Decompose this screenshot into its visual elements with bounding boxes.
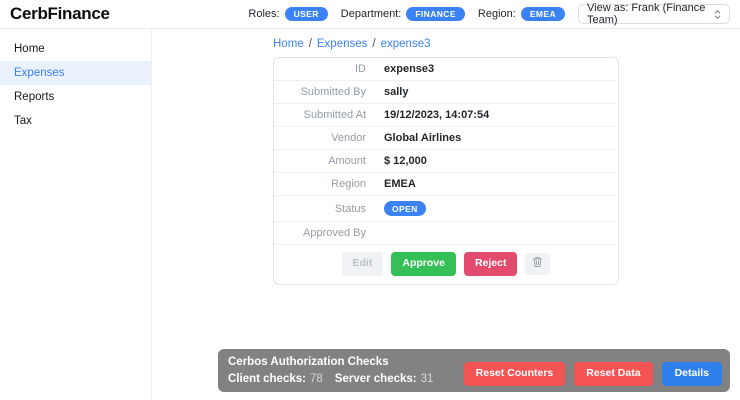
delete-button[interactable] xyxy=(525,253,551,275)
breadcrumb-separator: / xyxy=(372,38,376,50)
header-meta: Roles: USER Department: FINANCE Region: … xyxy=(248,2,730,26)
reset-counters-button[interactable]: Reset Counters xyxy=(463,362,566,386)
field-label: ID xyxy=(355,63,366,75)
server-checks-value: 31 xyxy=(420,373,434,385)
field-label: Submitted At xyxy=(303,109,366,121)
field-label: Status xyxy=(334,202,366,215)
department-label: Department: xyxy=(340,8,402,20)
field-label: Region xyxy=(331,178,366,190)
page-body: Home Expenses Reports Tax Home / Expense… xyxy=(0,29,740,400)
field-value: sally xyxy=(384,86,409,98)
field-value xyxy=(372,223,618,244)
roles-group: Roles: USER xyxy=(248,6,328,22)
region-group: Region: EMEA xyxy=(477,6,565,22)
region-label: Region: xyxy=(477,8,516,20)
app-logo: CerbFinance xyxy=(10,4,110,23)
select-updown-icon xyxy=(714,9,721,20)
view-as-select[interactable]: View as: Frank (Finance Team) xyxy=(578,2,730,26)
sidebar-item-expenses[interactable]: Expenses xyxy=(0,61,151,85)
detail-row-submitted-at: Submitted At 19/12/2023, 14:07:54 xyxy=(274,104,618,127)
server-checks-label: Server checks: xyxy=(334,373,417,385)
breadcrumb-expenses-link[interactable]: Expenses xyxy=(317,38,368,50)
department-badge: FINANCE xyxy=(406,6,465,22)
server-checks-counter: Server checks: 31 xyxy=(335,373,434,385)
field-label: Approved By xyxy=(303,227,366,240)
detail-row-status: Status OPEN xyxy=(274,196,618,223)
sidebar-item-home[interactable]: Home xyxy=(0,37,151,61)
field-value: 19/12/2023, 14:07:54 xyxy=(384,109,490,121)
authz-panel-buttons: Reset Counters Reset Data Details xyxy=(463,362,722,386)
breadcrumb: Home / Expenses / expense3 xyxy=(273,38,619,50)
expense-detail-card: ID expense3 Submitted By sally Submitted… xyxy=(273,57,619,285)
breadcrumb-current-expense[interactable]: expense3 xyxy=(381,38,431,50)
breadcrumb-separator: / xyxy=(308,38,312,50)
client-checks-counter: Client checks: 78 xyxy=(228,373,323,385)
main-area: Home / Expenses / expense3 ID expense3 S… xyxy=(152,29,740,400)
sidebar-item-tax[interactable]: Tax xyxy=(0,109,151,133)
breadcrumb-home-link[interactable]: Home xyxy=(273,38,304,50)
expense-actions: Edit Approve Reject xyxy=(274,245,618,284)
field-value: OPEN xyxy=(372,196,618,221)
field-label: Vendor xyxy=(331,132,366,144)
detail-row-approved-by: Approved By xyxy=(274,222,618,246)
sidebar-nav: Home Expenses Reports Tax xyxy=(0,29,152,400)
content-column: Home / Expenses / expense3 ID expense3 S… xyxy=(273,29,619,285)
detail-row-amount: Amount $ 12,000 xyxy=(274,150,618,173)
sidebar-item-reports[interactable]: Reports xyxy=(0,85,151,109)
field-value: Global Airlines xyxy=(384,132,462,144)
field-label: Submitted By xyxy=(300,86,366,98)
client-checks-label: Client checks: xyxy=(228,373,306,385)
roles-badge: USER xyxy=(284,6,328,22)
reject-button[interactable]: Reject xyxy=(463,252,518,276)
field-value: $ 12,000 xyxy=(384,155,427,167)
client-checks-value: 78 xyxy=(309,373,323,385)
top-header: CerbFinance Roles: USER Department: FINA… xyxy=(0,0,740,29)
details-button[interactable]: Details xyxy=(661,362,722,386)
view-as-selected-value: View as: Frank (Finance Team) xyxy=(587,2,706,26)
reset-data-button[interactable]: Reset Data xyxy=(574,362,653,386)
detail-row-vendor: Vendor Global Airlines xyxy=(274,127,618,150)
department-group: Department: FINANCE xyxy=(340,6,465,22)
status-badge: OPEN xyxy=(384,201,426,217)
field-value: EMEA xyxy=(384,178,416,190)
edit-button[interactable]: Edit xyxy=(341,252,384,276)
detail-row-region: Region EMEA xyxy=(274,173,618,196)
cerbos-authz-panel: Cerbos Authorization Checks Client check… xyxy=(218,349,730,392)
detail-row-id: ID expense3 xyxy=(274,58,618,81)
trash-icon xyxy=(532,256,543,273)
detail-row-submitted-by: Submitted By sally xyxy=(274,81,618,104)
region-badge: EMEA xyxy=(520,6,565,22)
roles-label: Roles: xyxy=(248,8,280,20)
field-value: expense3 xyxy=(384,63,435,75)
field-label: Amount xyxy=(328,155,366,167)
approve-button[interactable]: Approve xyxy=(391,252,456,276)
